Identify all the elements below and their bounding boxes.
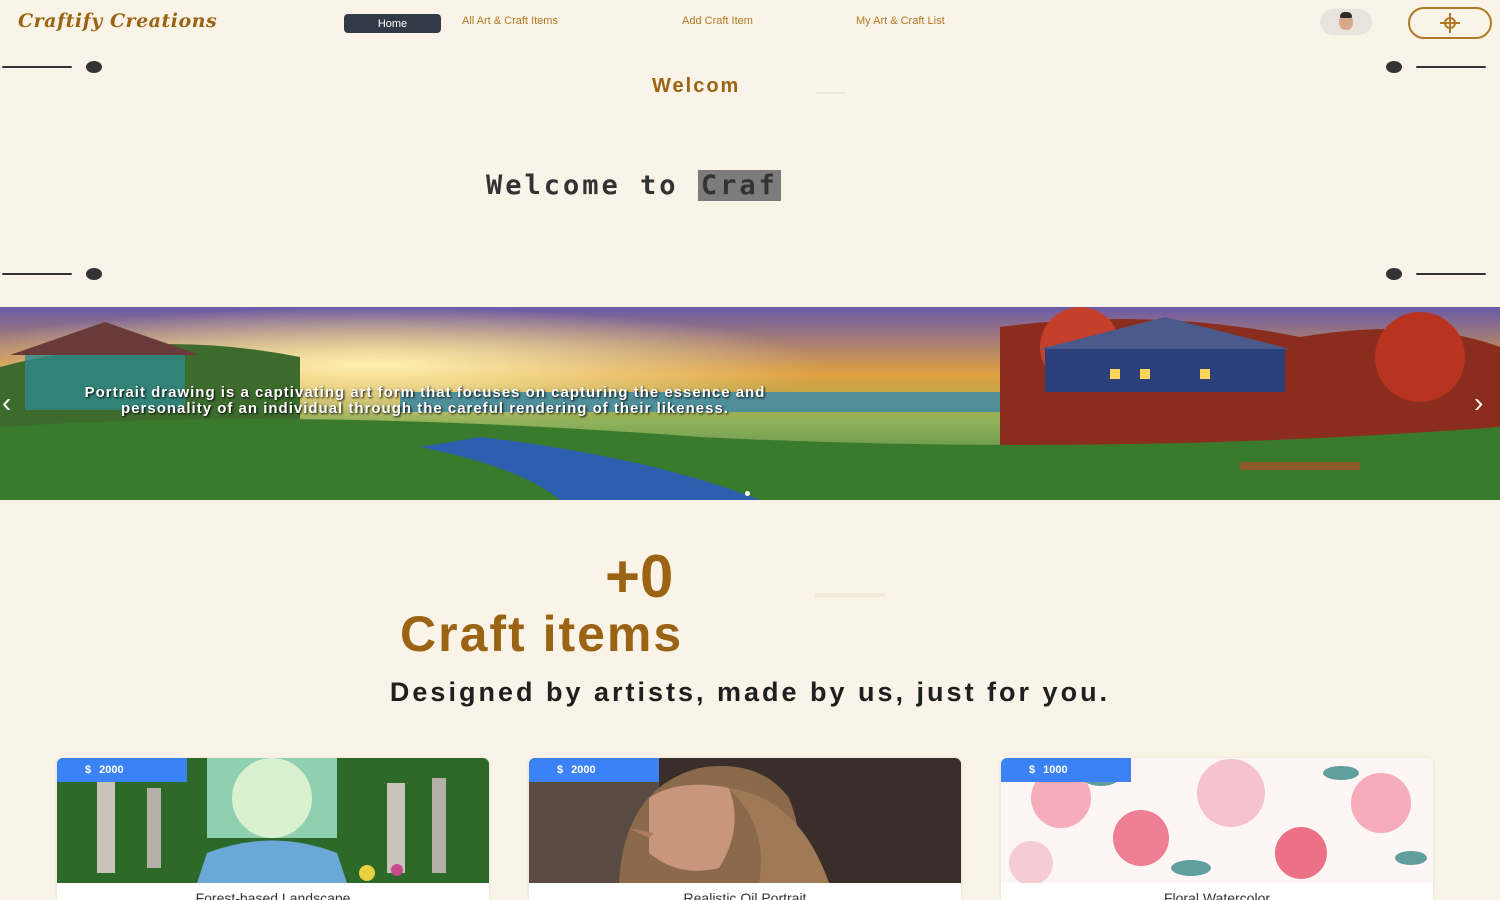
navbar: Craftify Creations Home All Art & Craft …	[0, 0, 1500, 46]
nav-link-my-list[interactable]: My Art & Craft List	[856, 15, 945, 27]
craft-card[interactable]: $1000 Floral Watercolor	[1001, 758, 1433, 900]
currency-symbol: $	[85, 764, 92, 776]
user-face-icon	[1339, 12, 1353, 30]
user-avatar[interactable]	[1320, 9, 1372, 35]
sun-icon	[1440, 13, 1460, 33]
price-value: 2000	[571, 764, 596, 776]
brand-logo[interactable]: Craftify Creations	[18, 10, 217, 32]
nav-link-all-items[interactable]: All Art & Craft Items	[462, 15, 558, 27]
theme-toggle-button[interactable]	[1408, 7, 1492, 39]
decorative-divider	[2, 267, 102, 283]
typewriter-cursor	[816, 92, 846, 94]
carousel-indicator-dot[interactable]	[745, 491, 750, 496]
nav-link-add-item[interactable]: Add Craft Item	[682, 15, 753, 27]
hero-typewriter-highlight: Craf	[697, 170, 781, 201]
price-badge: $2000	[529, 758, 659, 782]
currency-symbol: $	[1029, 764, 1036, 776]
carousel-caption: Portrait drawing is a captivating art fo…	[84, 384, 766, 417]
price-badge: $2000	[57, 758, 187, 782]
hero-welcome-heading: Welcom	[652, 75, 741, 97]
count-underline	[815, 593, 885, 597]
hero-typewriter-prefix: Welcome to	[486, 170, 698, 201]
carousel-next-arrow[interactable]: ›	[1474, 389, 1483, 417]
card-title[interactable]: Floral Watercolor	[1001, 890, 1433, 900]
price-value: 2000	[99, 764, 124, 776]
decorative-divider	[1386, 60, 1486, 76]
carousel-prev-arrow[interactable]: ‹	[2, 389, 11, 417]
price-value: 1000	[1043, 764, 1068, 776]
price-badge: $1000	[1001, 758, 1131, 782]
craft-items-count: +0	[605, 543, 674, 610]
card-title[interactable]: Forest-based Landscape	[57, 890, 489, 900]
image-carousel: Portrait drawing is a captivating art fo…	[0, 307, 1500, 500]
decorative-divider	[2, 60, 102, 76]
card-title[interactable]: Realistic Oil Portrait	[529, 890, 961, 900]
hero-typewriter-text: Welcome to Craf	[486, 170, 781, 201]
craft-card[interactable]: $2000 Realistic Oil Portrait	[529, 758, 961, 900]
tagline: Designed by artists, made by us, just fo…	[389, 677, 1111, 707]
nav-home-button[interactable]: Home	[344, 14, 441, 33]
craft-items-label: Craft items	[400, 606, 684, 662]
currency-symbol: $	[557, 764, 564, 776]
craft-card[interactable]: $2000 Forest-based Landscape	[57, 758, 489, 900]
decorative-divider	[1386, 267, 1486, 283]
